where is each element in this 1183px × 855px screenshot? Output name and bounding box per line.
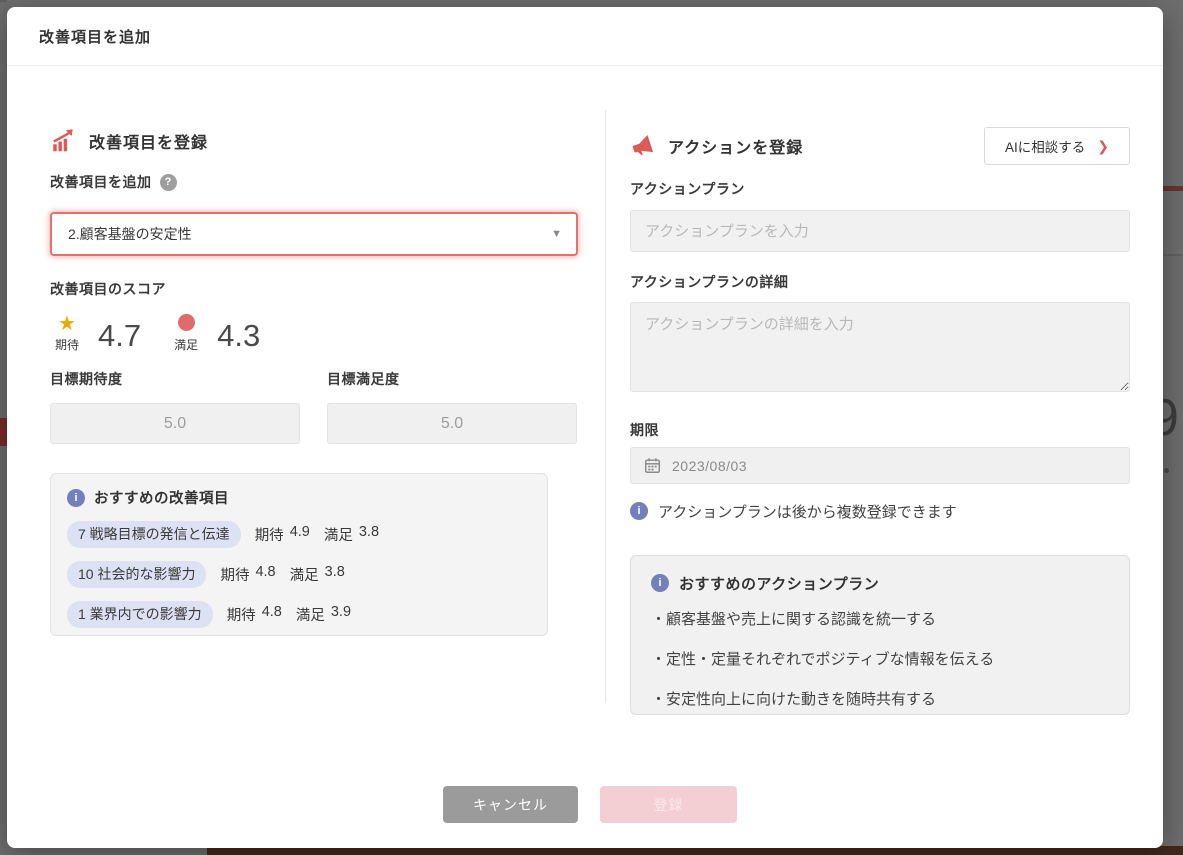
chevron-right-icon: ❯ bbox=[1097, 138, 1109, 155]
satisfy-score-glyph: 満足 bbox=[169, 314, 203, 353]
modal-header: 改善項目を追加 bbox=[7, 7, 1163, 66]
improvement-item-label-row: 改善項目を追加 ? bbox=[50, 173, 578, 191]
satisfy-value: 3.9 bbox=[331, 604, 351, 625]
expect-score-value: 4.7 bbox=[98, 319, 141, 353]
satisfy-label: 満足 bbox=[296, 604, 325, 625]
ai-consult-label: AIに相談する bbox=[1005, 136, 1085, 156]
plan-note-text: アクションプランは後から複数登録できます bbox=[658, 501, 957, 522]
recommended-item-expect: 期待 4.9 bbox=[255, 524, 310, 545]
caret-down-icon: ▼ bbox=[551, 228, 562, 240]
info-icon: i bbox=[651, 574, 669, 592]
expect-label: 期待 bbox=[227, 604, 256, 625]
recommended-improvements-box: i おすすめの改善項目 7 戦略目標の発信と伝達 期待 4.9 満足 3.8 1… bbox=[50, 473, 548, 636]
action-detail-label: アクションプランの詳細 bbox=[630, 272, 1130, 290]
calendar-icon bbox=[644, 457, 661, 474]
recommended-action-item: ・顧客基盤や売上に関する認識を統一する bbox=[651, 608, 1109, 628]
submit-button[interactable]: 登録 bbox=[600, 786, 737, 823]
background-artifact-seam-left bbox=[0, 0, 7, 2]
action-section-head: アクションを登録 AIに相談する ❯ bbox=[630, 127, 1130, 165]
megaphone-icon bbox=[630, 134, 655, 159]
recommended-item-chip[interactable]: 10 社会的な影響力 bbox=[67, 561, 206, 588]
background-artifact-seam-right bbox=[1163, 254, 1183, 256]
recommended-item-satisfy: 満足 3.8 bbox=[290, 564, 345, 585]
improvement-section-head: 改善項目を登録 bbox=[50, 127, 578, 155]
action-column: アクションを登録 AIに相談する ❯ アクションプラン アクションプランの詳細 … bbox=[630, 107, 1130, 715]
recommended-item-expect: 期待 4.8 bbox=[227, 604, 282, 625]
recommended-item-expect: 期待 4.8 bbox=[220, 564, 275, 585]
info-icon: i bbox=[67, 489, 85, 507]
target-expect-field: 目標期待度 bbox=[50, 369, 300, 444]
target-expect-label: 目標期待度 bbox=[50, 369, 300, 389]
target-expect-input[interactable] bbox=[50, 403, 300, 444]
action-section-title: アクションを登録 bbox=[668, 134, 803, 158]
satisfy-value: 3.8 bbox=[359, 524, 379, 545]
score-section-title: 改善項目のスコア bbox=[50, 279, 578, 297]
recommended-item-row: 7 戦略目標の発信と伝達 期待 4.9 満足 3.8 bbox=[67, 521, 531, 548]
expect-label: 期待 bbox=[220, 564, 249, 585]
action-section-title-group: アクションを登録 bbox=[630, 132, 803, 160]
target-satisfy-field: 目標満足度 bbox=[327, 369, 577, 444]
recommended-item-row: 10 社会的な影響力 期待 4.8 満足 3.8 bbox=[67, 561, 531, 588]
satisfy-label: 満足 bbox=[290, 564, 319, 585]
deadline-label: 期限 bbox=[630, 420, 1130, 438]
target-row: 目標期待度 目標満足度 bbox=[50, 369, 578, 444]
target-satisfy-label: 目標満足度 bbox=[327, 369, 577, 389]
improvement-column: 改善項目を登録 改善項目を追加 ? 2.顧客基盤の安定性 ▼ 改善項目のスコア … bbox=[50, 107, 578, 636]
satisfy-score-value: 4.3 bbox=[217, 319, 260, 353]
action-plan-label: アクションプラン bbox=[630, 179, 1130, 197]
recommended-action-item: ・定性・定量それぞれでポジティブな情報を伝える bbox=[651, 648, 1109, 668]
score-row: ★ 期待 4.7 満足 4.3 bbox=[50, 307, 578, 353]
recommended-item-chip[interactable]: 1 業界内での影響力 bbox=[67, 601, 213, 628]
add-improvement-modal: 改善項目を追加 改善項目を登録 改善項目を追加 ? 2.顧客基盤の安定性 ▼ bbox=[7, 7, 1163, 848]
background-artifact-red-left bbox=[0, 418, 7, 446]
modal-title: 改善項目を追加 bbox=[39, 26, 151, 47]
chart-up-icon bbox=[50, 128, 76, 154]
action-plan-input[interactable] bbox=[630, 210, 1130, 252]
recommended-improvements-title: おすすめの改善項目 bbox=[94, 487, 229, 508]
recommended-item-row: 1 業界内での影響力 期待 4.8 満足 3.9 bbox=[67, 601, 531, 628]
recommended-item-satisfy: 満足 3.8 bbox=[324, 524, 379, 545]
plan-note-row: i アクションプランは後から複数登録できます bbox=[630, 501, 1130, 521]
action-detail-textarea[interactable] bbox=[630, 302, 1130, 392]
improvement-section-title: 改善項目を登録 bbox=[89, 129, 208, 153]
deadline-date-field[interactable]: 2023/08/03 bbox=[630, 447, 1130, 484]
expect-score-glyph: ★ 期待 bbox=[50, 314, 84, 353]
star-icon: ★ bbox=[58, 314, 76, 334]
cancel-button[interactable]: キャンセル bbox=[443, 786, 578, 823]
help-icon[interactable]: ? bbox=[160, 174, 177, 191]
recommended-item-satisfy: 満足 3.9 bbox=[296, 604, 351, 625]
satisfy-label: 満足 bbox=[324, 524, 353, 545]
red-dot-icon bbox=[178, 314, 195, 331]
target-satisfy-input[interactable] bbox=[327, 403, 577, 444]
satisfy-value: 3.8 bbox=[325, 564, 345, 585]
recommended-item-chip[interactable]: 7 戦略目標の発信と伝達 bbox=[67, 521, 241, 548]
info-icon: i bbox=[630, 502, 648, 520]
background-artifact-red-right bbox=[1163, 186, 1183, 191]
satisfy-label: 満足 bbox=[174, 336, 198, 353]
expect-value: 4.8 bbox=[262, 604, 282, 625]
expect-value: 4.8 bbox=[255, 564, 275, 585]
expect-value: 4.9 bbox=[290, 524, 310, 545]
improvement-item-select-value: 2.顧客基盤の安定性 bbox=[68, 224, 192, 244]
expect-label: 期待 bbox=[55, 336, 79, 353]
improvement-item-label: 改善項目を追加 bbox=[50, 172, 152, 192]
improvement-item-select[interactable]: 2.顧客基盤の安定性 ▼ bbox=[50, 212, 578, 256]
deadline-value: 2023/08/03 bbox=[672, 458, 747, 474]
recommended-action-item: ・安定性向上に向けた動きを随時共有する bbox=[651, 688, 1109, 708]
recommended-improvements-head: i おすすめの改善項目 bbox=[67, 487, 531, 508]
recommended-actions-head: i おすすめのアクションプラン bbox=[651, 572, 1109, 594]
recommended-actions-box: i おすすめのアクションプラン ・顧客基盤や売上に関する認識を統一する ・定性・… bbox=[630, 555, 1130, 715]
background-artifact-dot bbox=[1164, 468, 1169, 473]
column-divider bbox=[605, 110, 606, 703]
recommended-actions-title: おすすめのアクションプラン bbox=[679, 573, 879, 594]
expect-label: 期待 bbox=[255, 524, 284, 545]
ai-consult-button[interactable]: AIに相談する ❯ bbox=[984, 127, 1130, 165]
